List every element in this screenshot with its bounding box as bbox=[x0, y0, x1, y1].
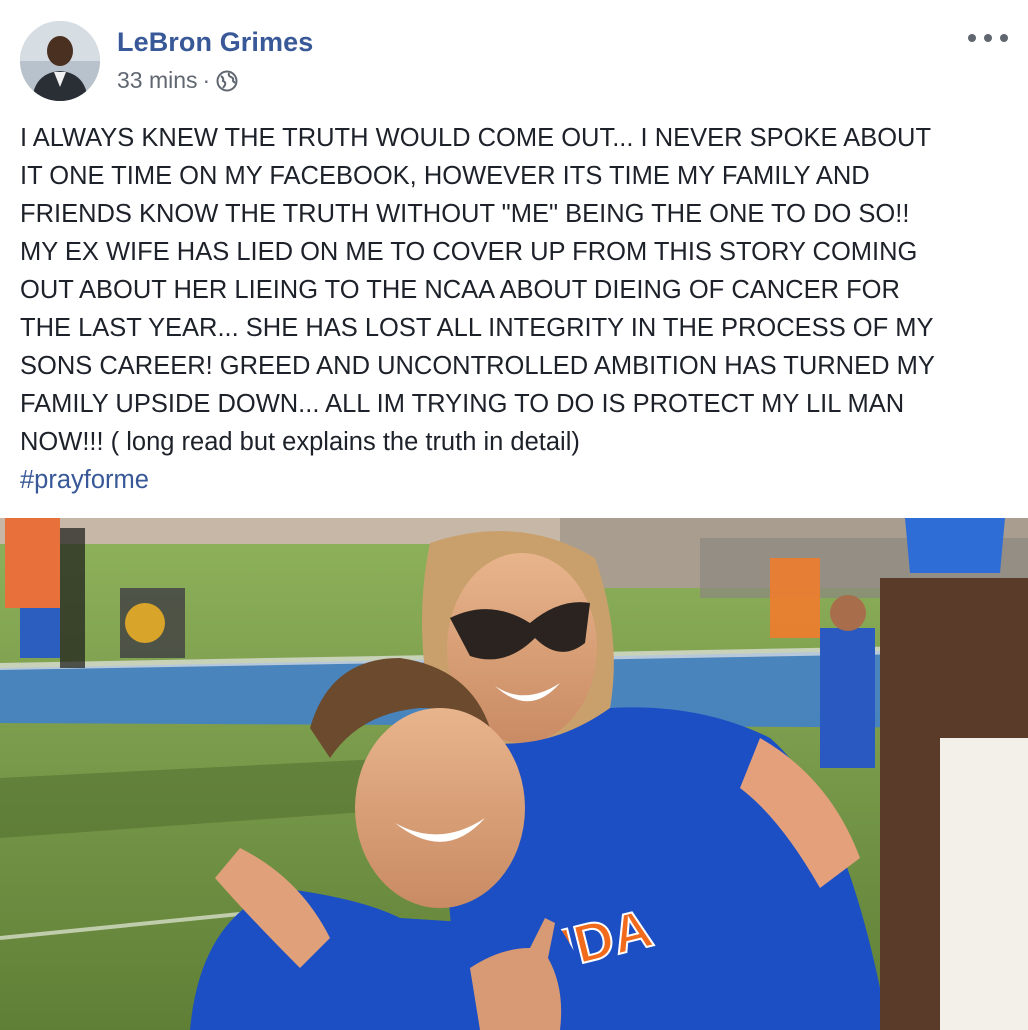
post-meta: 33 mins · bbox=[117, 67, 238, 94]
post-text-line: FRIENDS KNOW THE TRUTH WITHOUT "ME" BEIN… bbox=[20, 200, 910, 228]
meta-separator: · bbox=[202, 67, 211, 93]
post-text-line: IT ONE TIME ON MY FACEBOOK, HOWEVER ITS … bbox=[20, 162, 870, 190]
post-header: LeBron Grimes 33 mins · bbox=[0, 0, 1028, 110]
avatar[interactable] bbox=[20, 21, 100, 101]
post-timestamp[interactable]: 33 mins bbox=[117, 67, 198, 94]
post-text-line: SONS CAREER! GREED AND UNCONTROLLED AMBI… bbox=[20, 352, 935, 380]
hashtag-link[interactable]: #prayforme bbox=[20, 461, 149, 499]
post-text: I ALWAYS KNEW THE TRUTH WOULD COME OUT..… bbox=[20, 119, 1010, 461]
post-text-line: NOW!!! ( long read but explains the trut… bbox=[20, 428, 580, 456]
post-text-line: FAMILY UPSIDE DOWN... ALL IM TRYING TO D… bbox=[20, 390, 905, 418]
more-options-icon[interactable] bbox=[968, 28, 1008, 48]
post-text-line: MY EX WIFE HAS LIED ON ME TO COVER UP FR… bbox=[20, 238, 918, 266]
globe-icon[interactable] bbox=[216, 70, 238, 92]
post-text-line: OUT ABOUT HER LIEING TO THE NCAA ABOUT D… bbox=[20, 276, 900, 304]
post-text-line: THE LAST YEAR... SHE HAS LOST ALL INTEGR… bbox=[20, 314, 934, 342]
post-photo[interactable]: RIDA bbox=[0, 518, 1028, 1030]
author-name[interactable]: LeBron Grimes bbox=[117, 27, 313, 58]
post-text-line: I ALWAYS KNEW THE TRUTH WOULD COME OUT..… bbox=[20, 124, 932, 152]
